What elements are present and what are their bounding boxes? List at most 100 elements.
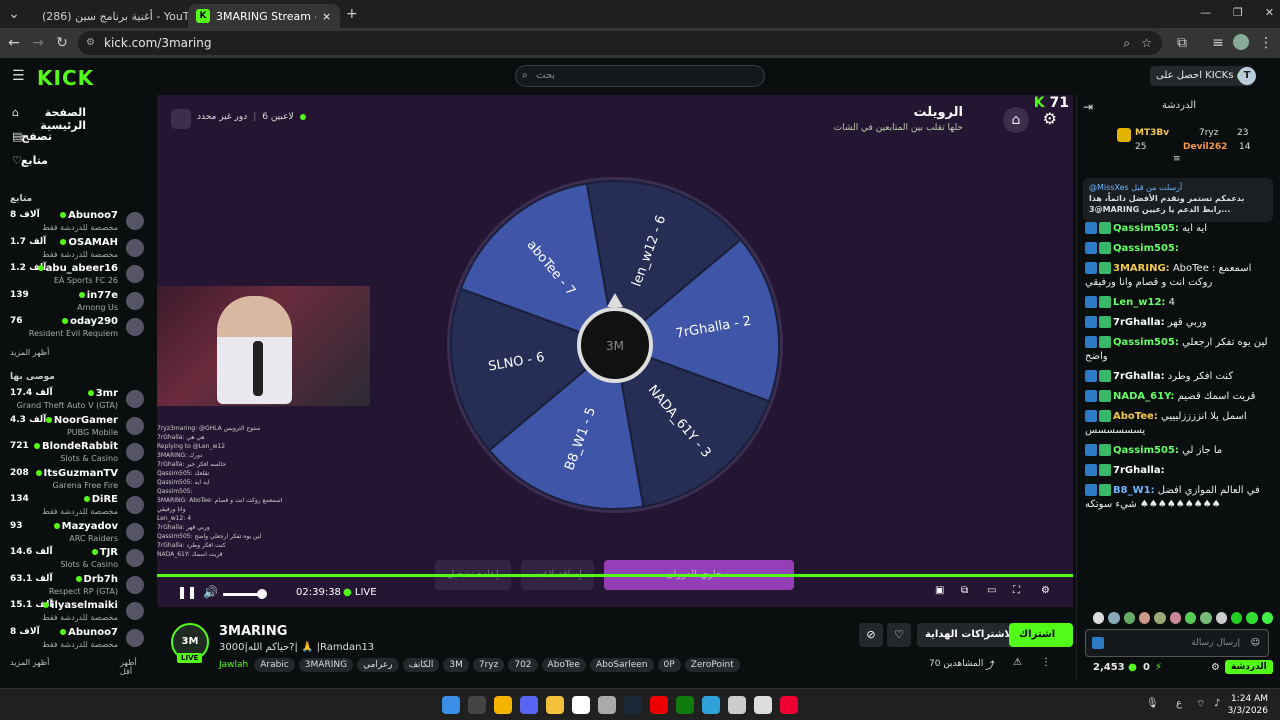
tab-list-icon[interactable]: ⌄ [4,4,24,24]
chat-username[interactable]: AboTee: [1113,411,1158,422]
language-indicator[interactable]: ع [1176,698,1182,709]
tag[interactable]: Arabic [254,658,295,672]
badge-selector-icon[interactable] [1092,637,1104,649]
chat-username[interactable]: B8_W1: [1113,485,1155,496]
forward-icon[interactable]: → [28,33,48,53]
show-less[interactable]: أظهر أقل [120,658,150,676]
follow-button[interactable]: اشتراك ✧ [1009,623,1073,664]
clip-icon[interactable]: ⧉ [961,585,968,596]
sidebar-channel-abu_abeer16[interactable]: 1.2 آلفabu_abeer16EA Sports FC 26 [8,263,146,289]
chat-username[interactable]: NADA_61Y: [1113,391,1174,402]
sidebar-channel-noorgamer[interactable]: 4.3 آلف NoorGamer PUBG Mobile [8,415,146,441]
chat-message[interactable]: Qassim505: ما جاز لي [1085,444,1277,458]
bookmark-star-icon[interactable]: ☆ [1141,31,1152,55]
site-info-icon[interactable]: ⚙ [86,31,95,55]
chat-message[interactable]: 7rGhalla: [1085,464,1277,478]
emote-icon[interactable] [1154,612,1166,624]
sidebar-channel-osamah[interactable]: 1.7 آلف OSAMAH مخصصة للدردشة فقط [8,237,146,263]
emote-icon[interactable] [1093,612,1105,624]
emote-icon[interactable] [1230,612,1243,624]
chat-message[interactable]: B8_W1: في العالم الموازي افضل شيء سوتكه … [1085,484,1277,512]
settings-icon[interactable] [598,696,616,714]
search-input[interactable]: ⌕ بحث [515,65,765,87]
show-more-following[interactable]: أظهر المزيد [10,348,49,357]
minimize-icon[interactable]: — [1200,6,1211,19]
chat-username[interactable]: 3MARING: [1113,263,1170,274]
windows-start-icon[interactable] [442,696,460,714]
tag[interactable]: ZeroPoint [684,658,740,672]
theater-icon[interactable]: ▭ [987,585,996,596]
chat-message[interactable]: NADA_61Y: قريت اسمك قصيم [1085,390,1277,404]
youtube-icon[interactable] [650,696,668,714]
chat-username[interactable]: Qassim505: [1113,445,1179,456]
channel-name[interactable]: 3MARING [219,624,287,639]
sidebar-channel-3mr[interactable]: 17.4 آلف 3mr Grand Theft Auto V (GTA) [8,388,146,414]
zoom-icon[interactable]: ⌕ [1123,31,1130,55]
report-icon[interactable]: ⚠ [1013,657,1022,668]
steam-icon[interactable] [624,696,642,714]
chat-username[interactable]: Qassim505: [1113,223,1179,234]
chat-username[interactable]: 7rGhalla: [1113,317,1165,328]
live-progress-bar[interactable] [157,574,1073,577]
volume-tray-icon[interactable]: ♪ [1214,698,1220,709]
emote-icon[interactable] [1215,612,1227,624]
volume-handle[interactable] [257,589,267,599]
github-icon[interactable] [728,696,746,714]
sidebar-channel-ilyaselmaiki[interactable]: 15.1 آلفilyaselmaikiمخصصة للدردشة فقط [8,600,146,626]
sidebar-channel-tjr[interactable]: 14.6 آلف TJR Slots & Casino [8,547,146,573]
microphone-icon[interactable]: 🎙 [1146,698,1159,709]
channel-points[interactable]: 2,453 ● [1093,662,1137,673]
tab-kick[interactable]: K 3MARING Stream - Watch Live on Kick × [188,4,340,28]
tag[interactable]: 3M [443,658,469,672]
restore-icon[interactable]: ❐ [1233,6,1243,19]
emote-icon[interactable] [1184,612,1197,624]
share-icon[interactable]: ⤴ [985,657,995,672]
sidebar-channel-drb7h[interactable]: 63.1 آلف Drb7h Respect RP (GTA) [8,574,146,600]
emote-icon[interactable] [1261,612,1273,624]
tag[interactable]: الكاتف [402,658,440,672]
tag[interactable]: 3MARING [298,658,354,672]
tag[interactable]: AboSarleen [589,658,654,672]
sidebar-channel-blonderabbit[interactable]: 721 BlondeRabbit Slots & Casino [8,441,146,467]
tag[interactable]: AboTee [541,658,586,672]
kick-logo[interactable]: KICK [37,66,94,90]
chat-message[interactable]: Qassim505: [1085,242,1277,256]
emote-icon[interactable] [1200,612,1212,624]
tab-youtube[interactable]: (286) أغنية برنامج سين - YouTube × [28,4,188,28]
extensions-icon[interactable]: ⧉ [1172,33,1192,53]
heart-outline-icon[interactable]: ♡ [887,623,911,647]
chat-input[interactable]: إرسال رسالة ☺ [1085,629,1269,657]
media-icon[interactable]: ≡ [1208,33,1228,53]
close-icon[interactable]: × [322,10,331,23]
chat-message[interactable]: 7rGhalla: كنت افكر وطرد [1085,370,1277,384]
profile-avatar[interactable] [1233,34,1249,50]
emote-icon[interactable] [1246,612,1258,624]
category-link[interactable]: Jawlah [219,660,248,670]
chat-username[interactable]: 7rGhalla: [1113,465,1165,476]
chat-message[interactable]: Qassim505: ايه ايه [1085,222,1277,236]
settings-icon[interactable]: ⚙ [1041,585,1050,596]
emote-icon[interactable] [1108,612,1120,624]
sidebar-channel-mazyadov[interactable]: 93 Mazyadov ARC Raiders [8,521,146,547]
more-icon[interactable]: ⋮ [1041,657,1051,668]
chat-message[interactable]: 3MARING: AboTee : اسمعمع روكت انت و قصام… [1085,262,1277,290]
tag[interactable]: 0P [657,658,681,672]
address-bar[interactable]: ⚙ kick.com/3maring ⌕ ☆ [78,31,1162,55]
capcut-icon[interactable] [572,696,590,714]
back-icon[interactable]: ← [4,33,24,53]
sidebar-channel-abunoo7[interactable]: 8 آلاف Abunoo7 مخصصة للدردشة فقط [8,210,146,236]
pinned-message[interactable]: @MissXes أرسلت من قبل بدعمكم تستمر ونقدم… [1083,178,1273,222]
block-icon[interactable]: ⊘ [859,623,883,647]
xbox-icon[interactable] [676,696,694,714]
chrome-icon[interactable] [494,696,512,714]
sidebar-channel-abunoo7[interactable]: 8 آلاف Abunoo7 مخصصة للدردشة فقط [8,627,146,653]
tag[interactable]: 7ryz [472,658,505,672]
sidebar-channel-in77e[interactable]: 139 in77e Among Us [8,290,146,316]
discord-icon[interactable] [520,696,538,714]
pause-icon[interactable]: ❚❚ [177,585,197,599]
chat-username[interactable]: Qassim505: [1113,243,1179,254]
wifi-icon[interactable]: ⌔ [1196,698,1205,711]
obs-icon[interactable] [754,696,772,714]
reload-icon[interactable]: ↻ [52,33,72,53]
edge-icon[interactable] [702,696,720,714]
